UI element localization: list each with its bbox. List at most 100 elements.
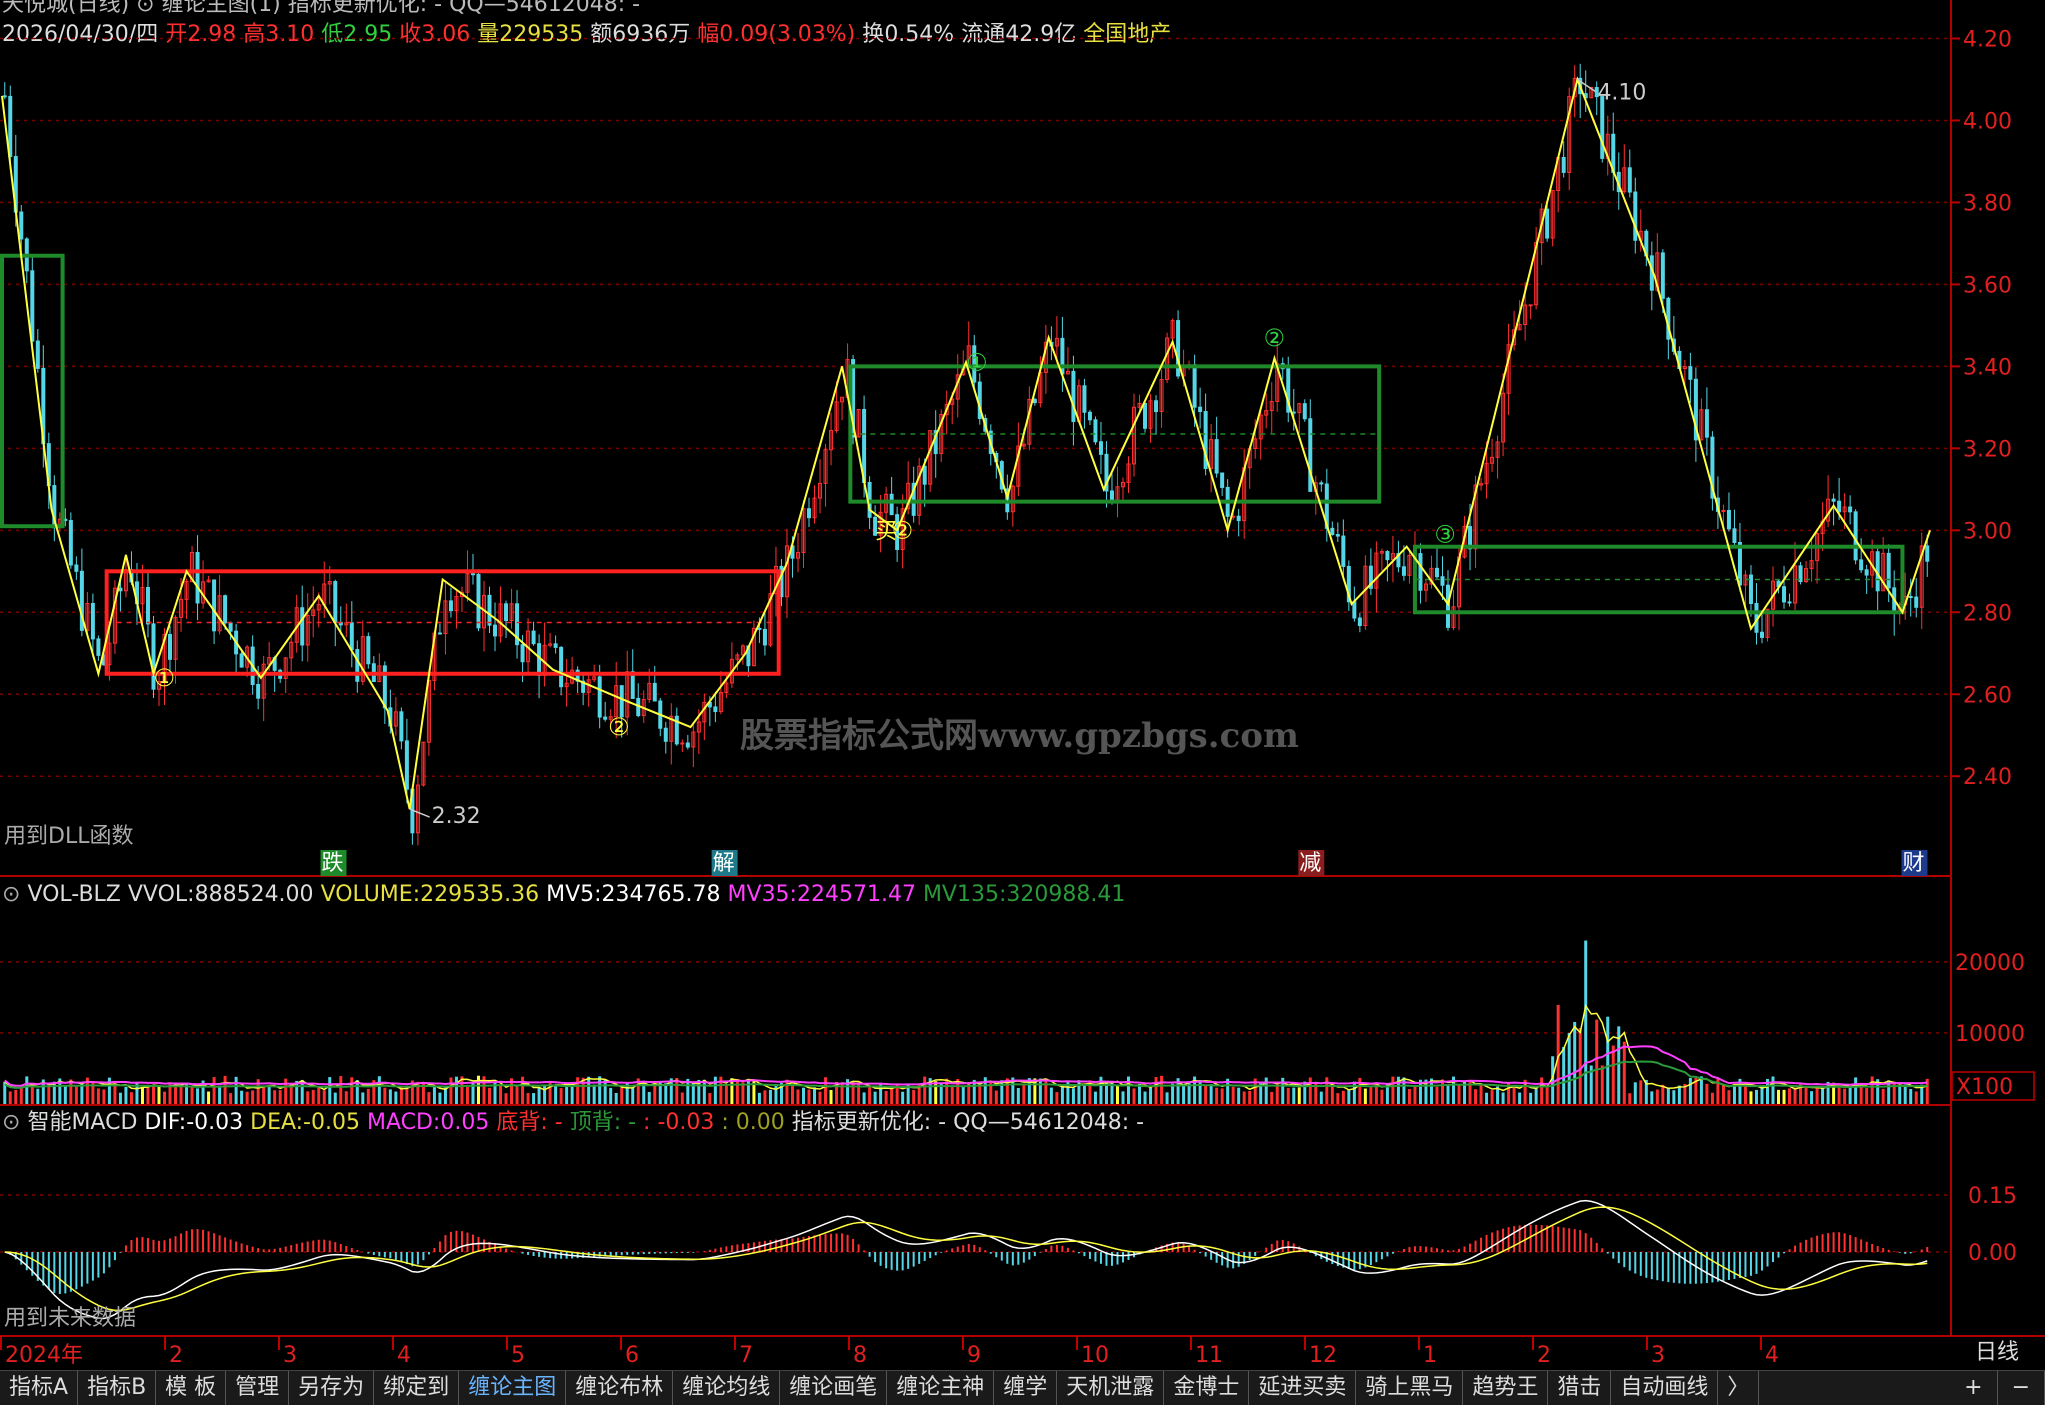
price-tick-label-2: 3.80 — [1963, 191, 2012, 216]
volume-bar — [587, 1076, 591, 1104]
price-tick-label-9: 2.40 — [1963, 765, 2012, 790]
tab-7[interactable]: 缠论布林 — [566, 1371, 674, 1405]
vol-collapse-icon[interactable]: ⊙ — [2, 882, 20, 907]
volume-bar — [1479, 1084, 1483, 1104]
tab-3[interactable]: 管理 — [226, 1371, 290, 1405]
volume-bar — [383, 1087, 387, 1104]
x-label-1: 2 — [169, 1343, 183, 1368]
tab-2[interactable]: 模 板 — [156, 1371, 227, 1405]
candle-body — [757, 627, 762, 630]
volume-bar — [1859, 1085, 1863, 1104]
volume-bar — [223, 1075, 227, 1104]
volume-bar — [377, 1076, 381, 1104]
volume-bar — [333, 1092, 337, 1104]
volume-bar — [454, 1076, 458, 1104]
volume-bar — [1457, 1084, 1461, 1104]
volume-bar — [1237, 1087, 1241, 1104]
volume-bar — [559, 1088, 563, 1104]
volume-bar — [1578, 1028, 1582, 1104]
x-label-0: 2024年 — [5, 1343, 83, 1368]
tab-18[interactable]: 自动画线 — [1611, 1371, 1719, 1405]
volume-bar — [1688, 1077, 1692, 1104]
price-tick-label-4: 3.40 — [1963, 355, 2012, 380]
volume-value: 229535.36 — [420, 882, 540, 907]
volume-bar — [1705, 1083, 1709, 1104]
candle-body — [1330, 527, 1335, 536]
event-label-1: 解 — [713, 851, 735, 876]
x-label-3: 4 — [397, 1343, 411, 1368]
tab-14[interactable]: 延进买卖 — [1249, 1371, 1357, 1405]
candle-body — [1214, 439, 1219, 474]
volume-bar — [190, 1086, 194, 1104]
candle-body — [1401, 566, 1406, 576]
volume-bar — [1721, 1085, 1725, 1104]
macd-tick-label-0: 0.15 — [1968, 1184, 2017, 1209]
tab-17[interactable]: 猎击 — [1548, 1371, 1612, 1405]
volume-bar — [1182, 1085, 1186, 1104]
volume-bar — [1347, 1089, 1351, 1104]
tab-9[interactable]: 缠论画笔 — [780, 1371, 888, 1405]
tab-6[interactable]: 缠论主图 — [459, 1371, 567, 1405]
volume-bar — [868, 1086, 872, 1104]
tab-5[interactable]: 绑定到 — [374, 1371, 460, 1405]
volume-bar — [1749, 1091, 1753, 1104]
candle-body — [2, 95, 7, 98]
macd-collapse-icon[interactable]: ⊙ — [2, 1110, 20, 1135]
tab-0[interactable]: 指标A — [0, 1371, 79, 1405]
candle-body — [663, 727, 668, 742]
volume-bar — [1545, 1087, 1549, 1104]
candle-body — [1848, 506, 1853, 513]
kline-chart[interactable]: 4.20 4.00 3.80 3.60 3.40 3.20 3.00 2.80 2.60 2.40… — [0, 0, 2045, 1404]
candle-body — [300, 607, 305, 646]
candle-body — [168, 634, 173, 660]
candle-body — [1236, 515, 1241, 522]
tab-1[interactable]: 指标B — [78, 1371, 157, 1405]
tab-11[interactable]: 缠学 — [994, 1371, 1058, 1405]
mv135-label: MV135: — [922, 882, 1007, 907]
tab-8[interactable]: 缠论均线 — [673, 1371, 781, 1405]
volume-bar — [1760, 1086, 1764, 1104]
vvol-value: 888524.00 — [194, 882, 314, 907]
volume-bar — [1038, 1078, 1042, 1104]
volume-bar — [1380, 1089, 1384, 1104]
tab-13[interactable]: 金博士 — [1164, 1371, 1250, 1405]
tab-16[interactable]: 趋势王 — [1463, 1371, 1549, 1405]
tab-4[interactable]: 另存为 — [289, 1371, 375, 1405]
period-label[interactable]: 日线 — [1975, 1340, 2019, 1366]
candle-body — [1060, 337, 1065, 375]
volume-label: VOLUME: — [320, 882, 421, 907]
volume-bar — [614, 1092, 618, 1104]
volume-bar — [1666, 1087, 1670, 1104]
candle-body — [1660, 252, 1665, 299]
candle-body — [531, 630, 536, 645]
volume-bar — [1248, 1090, 1252, 1104]
volume-bar — [273, 1090, 277, 1104]
volume-bar — [526, 1093, 530, 1104]
volume-bar — [1710, 1092, 1714, 1104]
tab-15[interactable]: 骑上黑马 — [1356, 1371, 1464, 1405]
volume-bar — [950, 1085, 954, 1104]
x-label-13: 2 — [1537, 1343, 1551, 1368]
candle-body — [1385, 551, 1390, 561]
volume-bar — [1600, 1065, 1604, 1104]
tab-10[interactable]: 缠论主神 — [887, 1371, 995, 1405]
tab-more-button[interactable]: 〉 — [1718, 1371, 1760, 1405]
volume-bar — [1138, 1084, 1142, 1104]
volume-bar — [1060, 1086, 1064, 1104]
candle-body — [520, 644, 525, 663]
volume-bar — [1540, 1077, 1544, 1104]
candle-body — [1109, 490, 1114, 502]
tab-12[interactable]: 天机泄露 — [1057, 1371, 1165, 1405]
volume-bar — [1534, 1088, 1538, 1104]
tab-spacer — [1759, 1371, 1950, 1405]
candle-body — [603, 716, 608, 720]
candle-body — [1726, 509, 1731, 530]
zoom-out-button[interactable]: − — [1998, 1371, 2045, 1405]
volume-bar — [1854, 1077, 1858, 1104]
volume-bar — [1165, 1092, 1169, 1104]
volume-bar — [1220, 1088, 1224, 1104]
mv5-line — [4, 1004, 1928, 1092]
zoom-in-button[interactable]: + — [1950, 1371, 1998, 1405]
candle-body — [96, 638, 101, 656]
volume-bar — [74, 1086, 78, 1104]
